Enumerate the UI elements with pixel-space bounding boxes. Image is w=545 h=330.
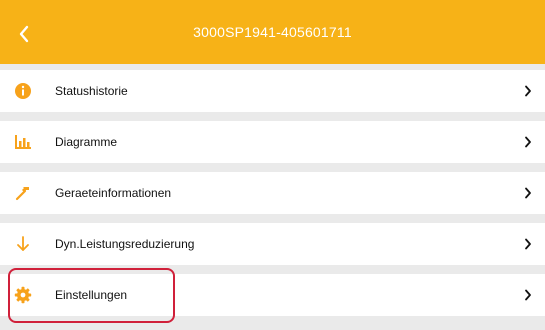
arrow-down-icon bbox=[14, 235, 32, 253]
gear-icon bbox=[14, 286, 32, 304]
menu-item-label: Einstellungen bbox=[55, 288, 128, 302]
menu-item-statushistorie[interactable]: Statushistorie bbox=[0, 70, 545, 112]
menu-item-label: Dyn.Leistungsreduzierung bbox=[55, 237, 195, 251]
chevron-right-icon bbox=[521, 172, 535, 214]
menu-item-label: Statushistorie bbox=[55, 84, 128, 98]
app-header: 3000SP1941-405601711 bbox=[0, 0, 545, 64]
menu-item-dyn-leistungsreduzierung[interactable]: Dyn.Leistungsreduzierung bbox=[0, 223, 545, 265]
chevron-right-icon bbox=[521, 121, 535, 163]
chevron-right-icon bbox=[521, 274, 535, 316]
info-icon bbox=[14, 82, 32, 100]
menu-item-label: Diagramme bbox=[55, 135, 118, 149]
menu-item-diagramme[interactable]: Diagramme bbox=[0, 121, 545, 163]
menu-item-label: Geraeteinformationen bbox=[55, 186, 172, 200]
hammer-icon bbox=[14, 184, 32, 202]
chevron-right-icon bbox=[521, 70, 535, 112]
menu-item-geraeteinformationen[interactable]: Geraeteinformationen bbox=[0, 172, 545, 214]
chevron-right-icon bbox=[521, 223, 535, 265]
menu-item-einstellungen[interactable]: Einstellungen bbox=[0, 274, 545, 316]
bar-chart-icon bbox=[14, 133, 32, 151]
page-title: 3000SP1941-405601711 bbox=[193, 24, 352, 40]
